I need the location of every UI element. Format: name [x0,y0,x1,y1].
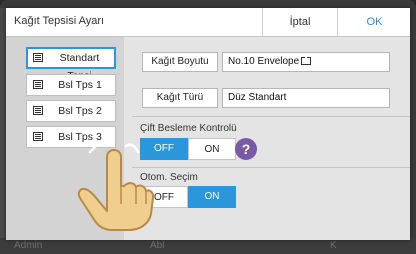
tray-button-bypass-1[interactable]: Bsl Tps 1 [26,74,116,96]
cancel-button[interactable]: İptal [262,8,337,36]
tray-label: Bsl Tps 2 [58,105,102,117]
tray-button-bypass-2[interactable]: Bsl Tps 2 [26,100,116,122]
dialog-title-bar: Kağıt Tepsisi Ayarı İptal OK [6,8,410,37]
paper-tray-settings-dialog: Kağıt Tepsisi Ayarı İptal OK Standart Te… [6,8,410,240]
tray-icon [33,106,43,115]
envelope-icon [301,57,312,65]
user-name: Admin [14,240,43,251]
tray-label: Standart Tepsi [59,52,100,82]
tray-icon [33,132,43,141]
help-icon[interactable]: ? [235,138,257,160]
tray-label: Bsl Tps 1 [58,79,102,91]
double-feed-on-toggle[interactable]: ON [188,138,236,160]
paper-size-button[interactable]: Kağıt Boyutu [142,52,218,72]
auto-select-on-toggle[interactable]: ON [188,186,236,208]
paper-size-value: No.10 Envelope [222,52,390,72]
tray-icon [33,53,43,62]
paper-type-button[interactable]: Kağıt Türü [142,88,218,108]
account-name: Abl [150,240,165,251]
divider [132,116,410,117]
paper-size-text: No.10 Envelope [228,56,300,67]
ok-button[interactable]: OK [337,8,411,36]
paper-type-value: Düz Standart [222,88,390,108]
hand-pointer-icon [77,143,154,231]
status-text: K [330,240,337,251]
dialog-title: Kağıt Tepsisi Ayarı [14,15,105,27]
tray-icon [33,80,43,89]
background-status-bar: Admin Abl K [0,238,416,254]
tray-button-standard[interactable]: Standart Tepsi [26,47,116,82]
double-feed-label: Çift Besleme Kontrolü [140,123,237,134]
divider [132,167,410,168]
